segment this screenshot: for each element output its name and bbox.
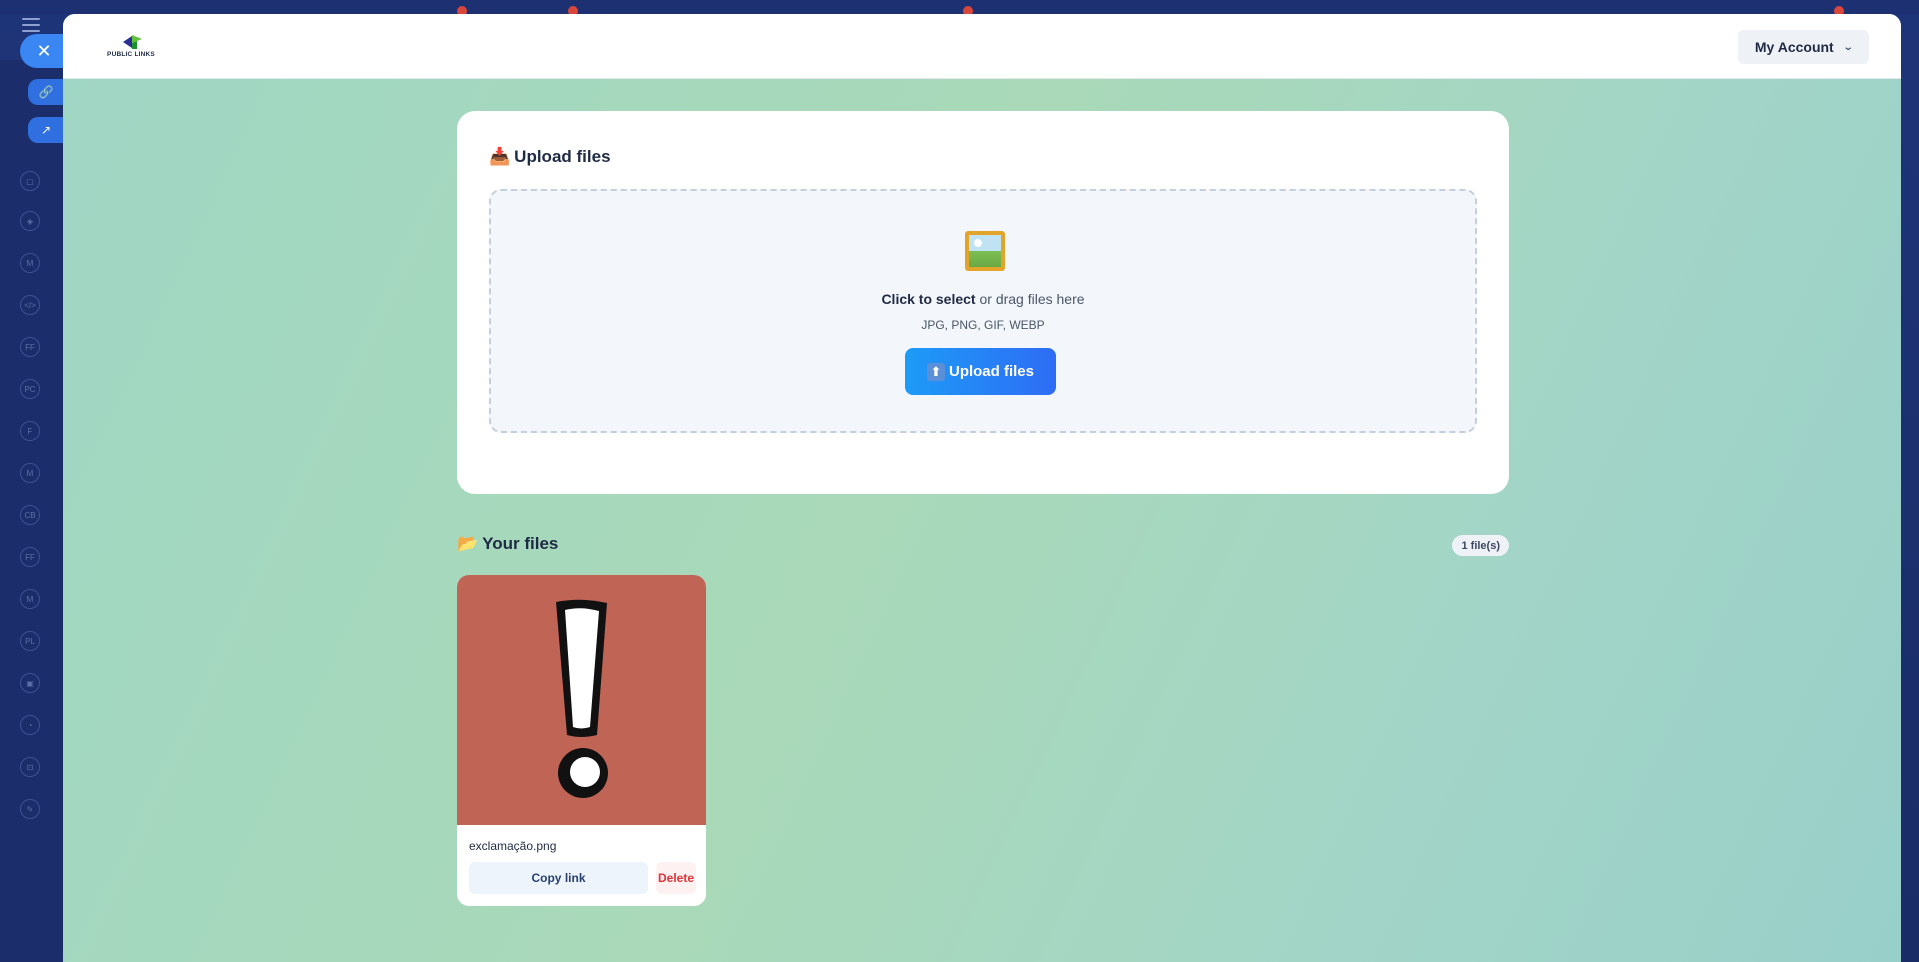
image-icon: ▣ (20, 673, 40, 693)
logo: PUBLIC LINKS (103, 34, 159, 62)
close-icon[interactable]: ✕ (36, 41, 51, 62)
up-arrow-icon: ⬆ (926, 362, 945, 381)
avatar-icon: F (20, 421, 40, 441)
my-account-button[interactable]: My Account ⌄ (1738, 30, 1869, 64)
sidebar-item: FF (20, 546, 64, 568)
avatar-icon: M (20, 589, 40, 609)
sidebar-item: </> (20, 294, 64, 316)
file-card: exclamação.png Copy link Delete (457, 575, 706, 906)
accepted-formats: JPG, PNG, GIF, WEBP (921, 318, 1045, 332)
sidebar-item: ◔ (20, 714, 64, 736)
sidebar-item: PC (20, 378, 64, 400)
link-icon[interactable]: 🔗 (28, 79, 64, 105)
upload-card: 📥 Upload files Click to select or drag f… (457, 111, 1509, 494)
sidebar-item: M (20, 588, 64, 610)
avatar-icon: FF (20, 547, 40, 567)
upload-button-label: Upload files (948, 363, 1034, 380)
mcp-icon: M (20, 463, 40, 483)
drag-files-text: or drag files here (975, 291, 1085, 307)
inbox-tray-icon: 📥 (489, 147, 511, 167)
framed-picture-icon (965, 231, 1005, 271)
edit-icon: ✎ (20, 799, 40, 819)
avatar-icon: FF (20, 337, 40, 357)
file-dropzone[interactable]: Click to select or drag files here JPG, … (489, 189, 1477, 433)
sidebar-item: CB (20, 504, 64, 526)
sidebar-item: ✎ (20, 798, 64, 820)
robot-icon: ▢ (20, 171, 40, 191)
sidebar-item: ⊡ (20, 756, 64, 778)
sidebar-item: PL (20, 630, 64, 652)
files-title: 📂 Your files (457, 534, 558, 554)
brand-icon: M (20, 253, 40, 273)
file-name: exclamação.png (469, 839, 557, 853)
sidebar-item: FF (20, 336, 64, 358)
logo-text: PUBLIC LINKS (107, 51, 155, 58)
background-topbar (0, 0, 1919, 14)
sidebar-item: ◈ (20, 210, 64, 232)
files-section-header: 📂 Your files 1 file(s) (457, 532, 1509, 558)
avatar-icon: PL (20, 631, 40, 651)
chart-icon: ◔ (20, 715, 40, 735)
dropzone-instructions: Click to select or drag files here (491, 291, 1475, 307)
cube-icon: ◈ (20, 211, 40, 231)
file-thumbnail[interactable] (457, 575, 706, 825)
sidebar-item: M (20, 462, 64, 484)
chevron-down-icon: ⌄ (1842, 41, 1854, 53)
modal-header: PUBLIC LINKS My Account ⌄ (63, 14, 1901, 79)
code-icon: </> (20, 295, 40, 315)
menu-icon (22, 18, 40, 32)
click-to-select-text: Click to select (881, 291, 976, 307)
sidebar-item: ▣ (20, 672, 64, 694)
sidebar-item: M (20, 252, 64, 274)
logo-mark-icon (123, 35, 142, 49)
sidebar-item: F (20, 420, 64, 442)
upload-title-text: Upload files (514, 147, 611, 166)
upload-files-button[interactable]: ⬆ Upload files (905, 348, 1056, 395)
cart-icon: ⊡ (20, 757, 40, 777)
folder-icon: 📂 (457, 534, 479, 554)
copy-link-button[interactable]: Copy link (469, 862, 648, 894)
exclamation-image (556, 599, 608, 798)
upload-title: 📥 Upload files (489, 147, 611, 167)
close-modal-button[interactable]: ✕ (20, 34, 68, 68)
avatar-icon: PC (20, 379, 40, 399)
file-count-badge: 1 file(s) (1452, 535, 1509, 556)
files-title-text: Your files (482, 534, 559, 553)
sidebar-item: ▢ (20, 170, 64, 192)
public-links-modal: PUBLIC LINKS My Account ⌄ 📥 Upload files… (63, 14, 1901, 962)
avatar-icon: CB (20, 505, 40, 525)
external-link-icon[interactable]: ↗ (28, 117, 64, 143)
account-label: My Account (1754, 39, 1834, 55)
background-sidebar: ▢ ◈ M </> FF PC F M CB FF M PL ▣ ◔ ⊡ ✎ (0, 60, 64, 962)
delete-button[interactable]: Delete (656, 862, 696, 894)
